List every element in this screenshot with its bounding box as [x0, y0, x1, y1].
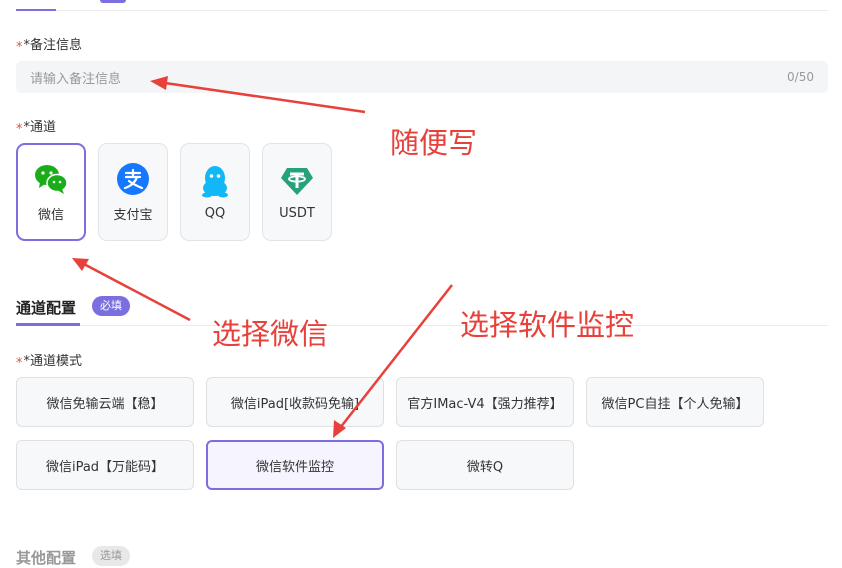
annotation-arrows	[72, 76, 453, 438]
arrow-to-remark-line	[164, 81, 366, 114]
arrow-to-software-monitor-line	[339, 284, 453, 429]
arrow-to-wechat-line	[81, 261, 191, 322]
annotation-choose-wechat: 选择微信	[212, 317, 329, 351]
annotation-write-anything: 随便写	[390, 126, 478, 160]
annotation-choose-software-monitor: 选择软件监控	[460, 308, 635, 342]
arrow-to-remark-head	[150, 76, 168, 90]
